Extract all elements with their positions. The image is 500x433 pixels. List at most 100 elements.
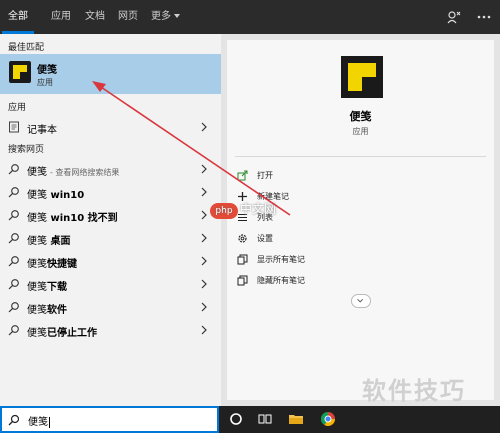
tab-web[interactable]: 网页	[118, 0, 138, 34]
web-result-suffix: 软件	[47, 305, 67, 316]
open-icon	[237, 170, 248, 181]
watermark-badge: php	[210, 203, 238, 219]
action-label: 打开	[257, 171, 273, 180]
search-icon	[8, 164, 19, 175]
web-result-prefix: 便笺	[27, 167, 47, 178]
search-icon	[8, 279, 19, 290]
expand-button[interactable]	[351, 294, 371, 308]
web-result-label: 便笺已停止工作	[27, 324, 100, 339]
web-result-label: 便笺下载	[27, 278, 70, 293]
web-result-label: 便笺 win10	[27, 186, 87, 201]
search-icon	[8, 325, 19, 336]
web-result-suffix: win10	[47, 190, 85, 201]
search-filter-bar: 全部 应用 文档 网页 更多	[0, 0, 500, 34]
web-result-label: 便笺 - 查看网络搜索结果	[27, 163, 119, 178]
watermark-text: 中文网	[240, 202, 277, 216]
feedback-icon[interactable]	[446, 9, 462, 25]
web-result-suffix: 已停止工作	[47, 328, 97, 339]
action-label: 设置	[257, 234, 273, 243]
web-result-item[interactable]: 便笺 桌面	[0, 227, 221, 249]
cortana-icon[interactable]	[228, 411, 244, 427]
search-icon	[8, 414, 20, 426]
tab-apps[interactable]: 应用	[51, 0, 71, 34]
web-result-prefix: 便笺	[27, 213, 47, 224]
chrome-icon[interactable]	[320, 411, 336, 427]
tab-all[interactable]: 全部	[2, 0, 34, 34]
notes-stack-icon	[237, 275, 248, 286]
sticky-notes-icon	[9, 61, 31, 83]
action-label: 隐藏所有笔记	[257, 276, 305, 285]
best-match-item[interactable]: 便笺 应用	[0, 54, 221, 94]
search-icon	[8, 302, 19, 313]
tab-more-label: 更多	[151, 11, 171, 22]
tab-documents[interactable]: 文档	[85, 0, 105, 34]
notepad-icon	[9, 121, 19, 133]
chevron-right-icon[interactable]	[199, 186, 209, 198]
web-result-item[interactable]: 便笺下载	[0, 273, 221, 295]
web-result-suffix: 快捷键	[47, 259, 77, 270]
gear-icon	[238, 234, 247, 243]
section-apps: 应用	[8, 103, 27, 113]
web-result-item[interactable]: 便笺软件	[0, 296, 221, 318]
search-query: 便笺	[28, 417, 48, 428]
search-box[interactable]: 便笺	[0, 406, 219, 433]
tab-more[interactable]: 更多	[151, 0, 180, 34]
task-view-icon[interactable]	[257, 411, 273, 427]
detail-subtitle: 应用	[352, 127, 369, 136]
divider	[235, 156, 486, 157]
search-icon	[8, 210, 19, 221]
search-input[interactable]: 便笺	[28, 413, 50, 428]
web-result-item[interactable]: 便笺已停止工作	[0, 319, 221, 341]
web-result-item[interactable]: 便笺 win10 找不到	[0, 204, 221, 226]
web-result-prefix: 便笺	[27, 259, 47, 270]
chevron-right-icon[interactable]	[199, 278, 209, 290]
file-explorer-icon[interactable]	[288, 411, 304, 427]
search-icon	[8, 256, 19, 267]
search-icon	[8, 187, 19, 198]
chevron-down-icon	[174, 14, 180, 18]
detail-card: 便笺 应用 打开 新建笔记 列表 设置 显示所有笔记 隐藏所有笔记	[227, 40, 494, 400]
chevron-right-icon[interactable]	[199, 324, 209, 336]
more-options-icon[interactable]	[476, 9, 492, 25]
brand-watermark: 软件技巧	[362, 377, 466, 405]
web-result-item[interactable]: 便笺 win10	[0, 181, 221, 203]
web-result-suffix: 桌面	[47, 236, 71, 247]
notes-stack-icon	[237, 254, 248, 265]
web-result-suffix: win10 找不到	[47, 213, 118, 224]
results-list: 最佳匹配 便笺 应用 应用 记事本 搜索网页 便笺 - 查看网络搜索结果 便笺 wi…	[0, 34, 221, 406]
sticky-notes-large-icon	[341, 56, 383, 98]
app-item-label: 记事本	[27, 125, 57, 136]
chevron-right-icon[interactable]	[199, 163, 209, 175]
web-result-note: - 查看网络搜索结果	[50, 168, 120, 177]
app-item-notepad[interactable]: 记事本	[0, 116, 221, 138]
detail-title: 便笺	[349, 110, 372, 123]
detail-pane: 便笺 应用 打开 新建笔记 列表 设置 显示所有笔记 隐藏所有笔记	[221, 34, 500, 406]
action-settings[interactable]: 设置	[237, 231, 437, 247]
web-result-item[interactable]: 便笺 - 查看网络搜索结果	[0, 158, 221, 180]
chevron-right-icon[interactable]	[199, 121, 209, 133]
web-result-suffix: 下载	[47, 282, 67, 293]
action-hide-all-notes[interactable]: 隐藏所有笔记	[237, 273, 437, 289]
text-cursor	[49, 416, 50, 428]
best-match-title: 便笺	[37, 65, 57, 76]
web-result-prefix: 便笺	[27, 328, 47, 339]
section-web: 搜索网页	[8, 145, 45, 155]
taskbar: 便笺	[0, 406, 500, 433]
chevron-right-icon[interactable]	[199, 301, 209, 313]
web-result-item[interactable]: 便笺快捷键	[0, 250, 221, 272]
action-label: 显示所有笔记	[257, 255, 305, 264]
best-match-subtitle: 应用	[37, 78, 53, 87]
web-result-prefix: 便笺	[27, 305, 47, 316]
chevron-right-icon[interactable]	[199, 209, 209, 221]
web-result-label: 便笺快捷键	[27, 255, 80, 270]
chevron-right-icon[interactable]	[199, 232, 209, 244]
web-result-prefix: 便笺	[27, 236, 47, 247]
chevron-right-icon[interactable]	[199, 255, 209, 267]
web-result-prefix: 便笺	[27, 190, 47, 201]
web-result-label: 便笺软件	[27, 301, 70, 316]
web-result-label: 便笺 桌面	[27, 232, 73, 247]
action-show-all-notes[interactable]: 显示所有笔记	[237, 252, 437, 268]
section-best-match: 最佳匹配	[8, 43, 45, 53]
action-open[interactable]: 打开	[237, 168, 437, 184]
watermark: php 中文网	[210, 200, 276, 219]
